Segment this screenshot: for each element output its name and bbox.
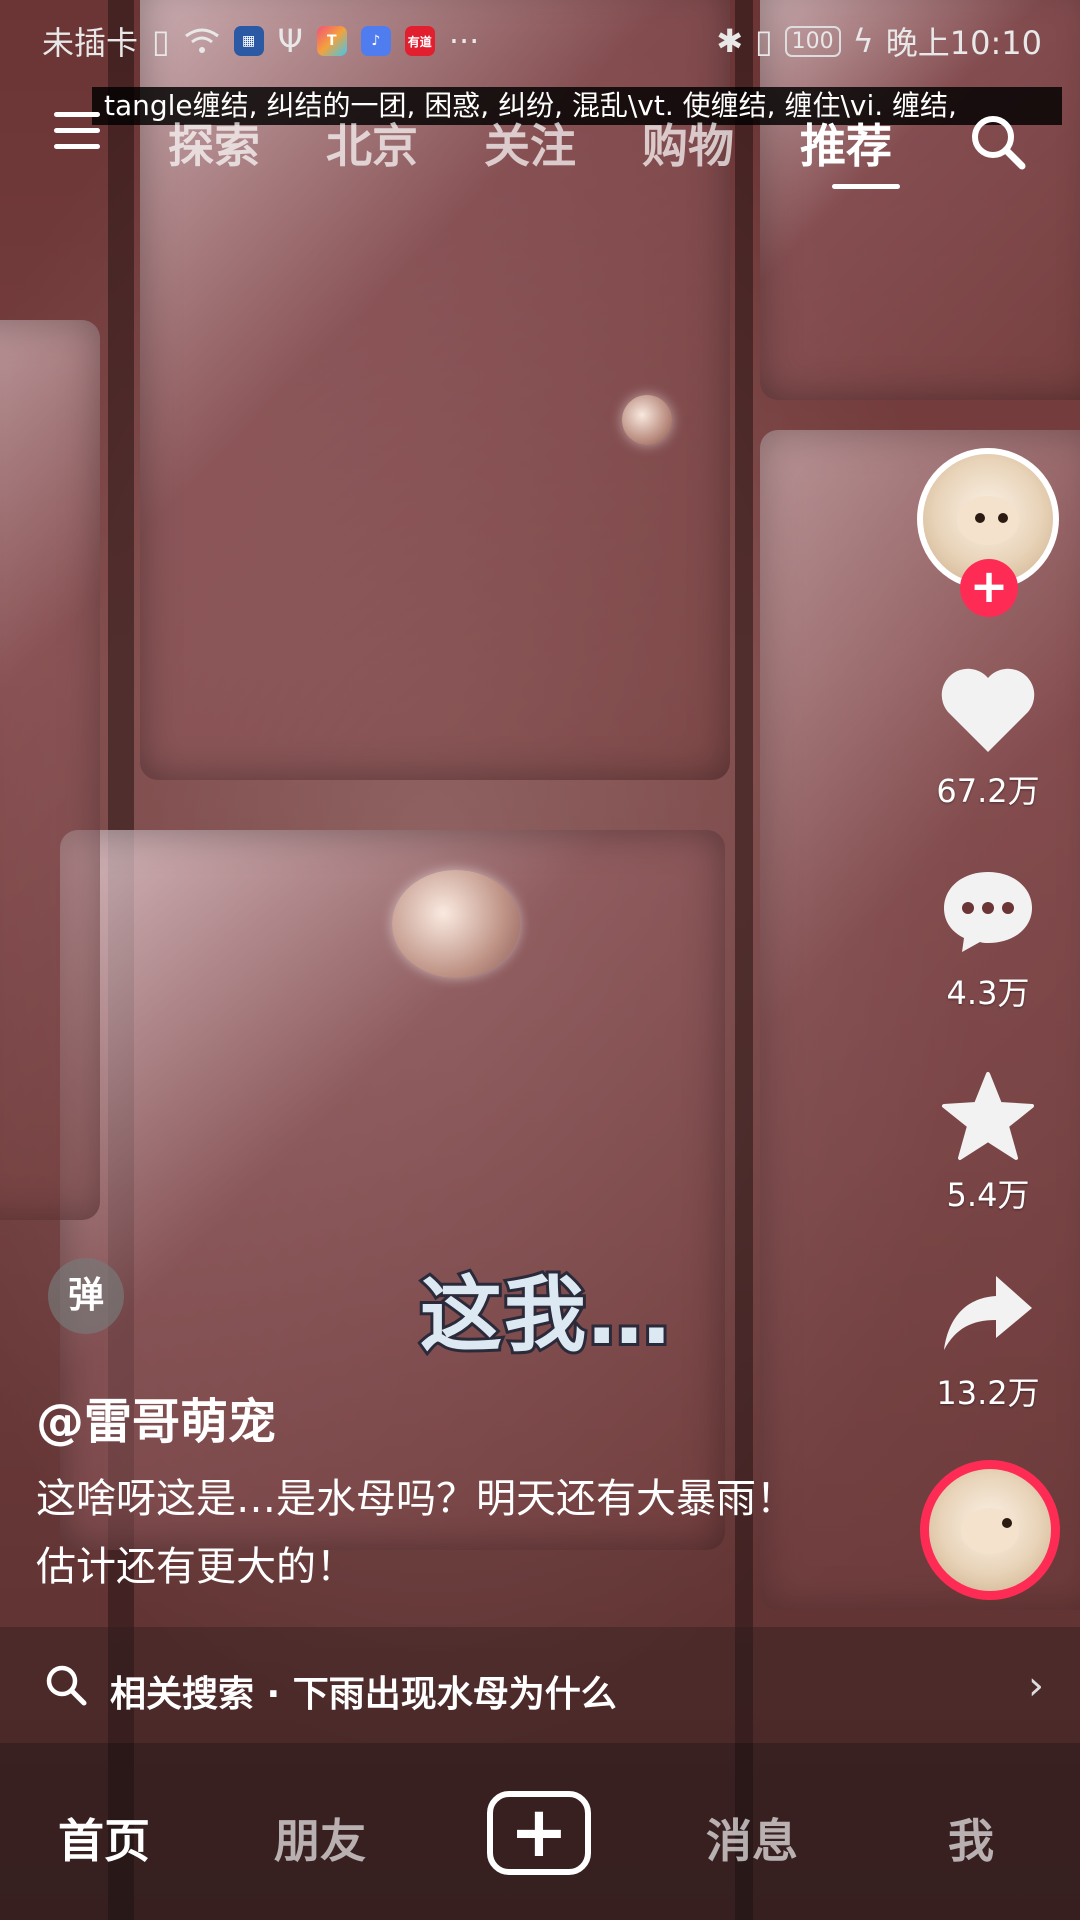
vibrate-icon: ▯ — [755, 22, 773, 60]
create-button[interactable]: + — [487, 1791, 591, 1875]
bottom-nav: 首页 朋友 + 消息 我 — [0, 1743, 1080, 1920]
jellyfish — [392, 870, 520, 978]
favorite-count: 5.4万 — [946, 1176, 1030, 1214]
clock: 晚上10:10 — [885, 24, 1042, 62]
nav-messages[interactable]: 消息 — [706, 1805, 798, 1871]
disc-eye — [1002, 1517, 1013, 1528]
theme-app-icon: T — [316, 26, 347, 56]
carrier-label: 未插卡 — [42, 24, 139, 62]
search-icon[interactable] — [968, 112, 1028, 172]
tab-following[interactable]: 关注 — [484, 110, 576, 176]
nav-friends[interactable]: 朋友 — [274, 1805, 366, 1871]
avatar-eye — [998, 512, 1009, 523]
avatar-face — [956, 495, 1020, 545]
tab-local[interactable]: 北京 — [326, 110, 418, 176]
related-search-text: 相关搜索 · 下雨出现水母为什么 — [110, 1674, 617, 1715]
sim-icon: ▯ — [152, 22, 170, 60]
share-icon[interactable] — [940, 1272, 1036, 1356]
follow-button[interactable]: + — [960, 559, 1018, 617]
danmu-toggle-button[interactable]: 弹 — [48, 1258, 124, 1334]
search-icon — [46, 1665, 87, 1706]
music-app-icon: ♪ — [360, 26, 391, 56]
status-right: ✱ ▯ 100 ϟ 晚上10:10 — [716, 18, 1042, 64]
video-description[interactable]: 这啥呀这是…是水母吗？明天还有大暴雨！估计还有更大的！ — [36, 1465, 826, 1601]
bluetooth-icon: ✱ — [716, 22, 744, 60]
top-tabs: 探索 北京 关注 购物 推荐 — [168, 110, 892, 176]
nav-home[interactable]: 首页 — [58, 1805, 150, 1871]
avatar-eye — [975, 512, 985, 523]
battery-icon: 100 — [784, 25, 841, 57]
like-icon[interactable] — [938, 666, 1038, 756]
tab-explore[interactable]: 探索 — [168, 110, 260, 176]
music-disc-icon[interactable] — [920, 1460, 1060, 1600]
like-count: 67.2万 — [936, 772, 1040, 810]
tab-recommend[interactable]: 推荐 — [800, 110, 892, 176]
tile — [760, 430, 1080, 1610]
wifi-icon — [184, 28, 219, 53]
author-name[interactable]: @雷哥萌宠 — [36, 1382, 276, 1452]
video-subtitle: 这我… — [417, 1265, 673, 1366]
tile — [0, 320, 100, 1220]
active-tab-indicator — [832, 184, 900, 189]
disc-face — [960, 1508, 1020, 1555]
related-search-bar[interactable]: 相关搜索 · 下雨出现水母为什么 › — [0, 1627, 1080, 1743]
share-count: 13.2万 — [936, 1374, 1040, 1412]
chevron-right-icon: › — [1028, 1663, 1044, 1709]
jellyfish — [622, 395, 672, 445]
comment-count: 4.3万 — [946, 974, 1030, 1012]
more-notifications-icon: ··· — [448, 22, 480, 60]
status-bar: 未插卡 ▯ ▦ Ψ T ♪ 有道 ··· ✱ ▯ 100 ϟ 晚上10:10 — [0, 0, 1080, 76]
menu-icon[interactable] — [54, 112, 100, 158]
charging-icon: ϟ — [852, 22, 874, 60]
tab-shopping[interactable]: 购物 — [642, 110, 734, 176]
comment-icon[interactable] — [940, 866, 1036, 956]
star-icon[interactable] — [940, 1070, 1036, 1162]
status-left: 未插卡 ▯ ▦ Ψ T ♪ 有道 ··· — [42, 18, 479, 64]
usb-icon: Ψ — [277, 22, 303, 60]
nav-me[interactable]: 我 — [948, 1805, 994, 1871]
youdao-app-icon: 有道 — [404, 26, 435, 56]
game-app-icon: ▦ — [233, 26, 264, 56]
